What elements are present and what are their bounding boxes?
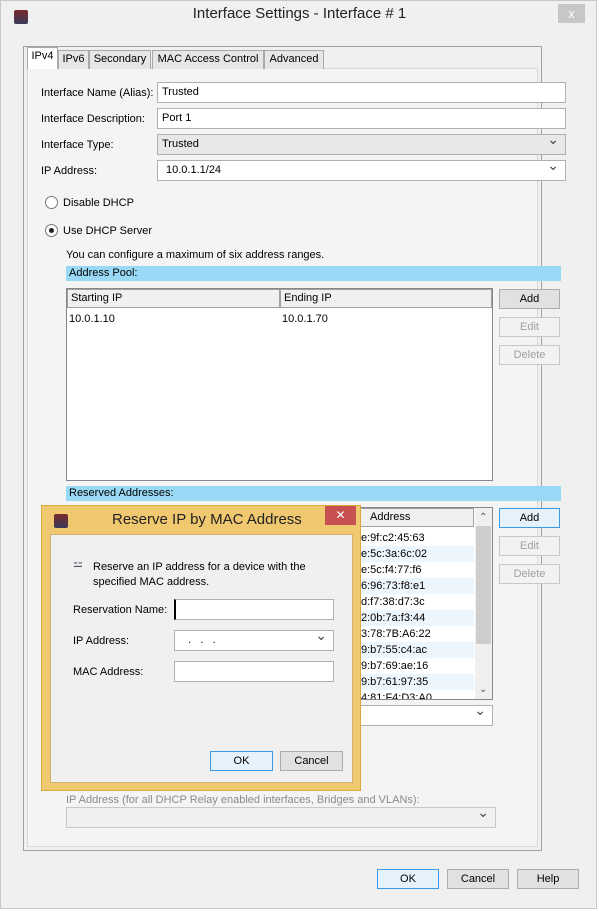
mac-address-cell: e:9f:c2:45:63 [361, 532, 425, 544]
interface-name-label: Interface Name (Alias): [41, 87, 154, 99]
dialog-description-line1: Reserve an IP address for a device with … [93, 561, 306, 573]
tab-ipv4[interactable]: IPv4 [27, 47, 58, 69]
tab-ipv6[interactable]: IPv6 [58, 50, 89, 69]
dialog-ok-button[interactable]: OK [210, 751, 273, 771]
dialog-body: ⚍ Reserve an IP address for a device wit… [50, 534, 353, 783]
help-button[interactable]: Help [517, 869, 579, 889]
use-dhcp-server-label: Use DHCP Server [63, 225, 153, 237]
mac-address-cell: 4:81:F4:D3:A0 [361, 692, 432, 700]
column-starting-ip[interactable]: Starting IP [67, 289, 280, 308]
reservation-name-input[interactable] [174, 599, 334, 620]
scrollbar[interactable]: ⌃ ⌄ [475, 508, 492, 699]
dialog-app-icon [54, 514, 68, 528]
disable-dhcp-radio[interactable] [45, 196, 58, 209]
cancel-button[interactable]: Cancel [447, 869, 509, 889]
mac-address-cell: 9:b7:61:97:35 [361, 676, 429, 688]
interface-type-label: Interface Type: [41, 139, 114, 151]
table-row[interactable]: 10.0.1.10 10.0.1.70 [67, 311, 492, 327]
mac-address-cell: d:f7:38:d7:3c [361, 596, 425, 608]
mac-address-cell: e:5c:3a:6c:02 [361, 548, 428, 560]
mac-address-cell: e:5c:f4:77:f6 [361, 564, 422, 576]
reserved-add-button[interactable]: Add [499, 508, 560, 528]
dialog-title: Reserve IP by MAC Address [112, 511, 302, 528]
column-ending-ip[interactable]: Ending IP [280, 289, 492, 308]
dialog-description-line2: specified MAC address. [93, 576, 210, 588]
interface-type-select[interactable]: Trusted [157, 132, 566, 155]
disable-dhcp-label: Disable DHCP [63, 197, 134, 209]
mac-address-input[interactable] [174, 661, 334, 682]
dialog-ip-address-label: IP Address: [73, 635, 130, 647]
pool-add-button[interactable]: Add [499, 289, 560, 309]
tab-advanced[interactable]: Advanced [264, 50, 324, 69]
reserved-delete-button[interactable]: Delete [499, 564, 560, 584]
dialog-close-button[interactable]: ✕ [325, 506, 356, 525]
interface-description-input[interactable]: Port 1 [157, 108, 566, 129]
scrollbar-thumb[interactable] [476, 526, 491, 644]
pool-edit-button[interactable]: Edit [499, 317, 560, 337]
reserve-ip-dialog: Reserve IP by MAC Address ✕ ⚍ Reserve an… [41, 505, 361, 791]
address-pool-table[interactable]: Starting IP Ending IP 10.0.1.10 10.0.1.7… [66, 288, 493, 481]
scroll-down-icon[interactable]: ⌄ [479, 684, 487, 695]
ip-address-select[interactable]: 10.0.1.1/24 [157, 158, 566, 181]
ok-button[interactable]: OK [377, 869, 439, 889]
interface-description-label: Interface Description: [41, 113, 145, 125]
network-icon: ⚍ [73, 558, 83, 570]
reserved-addresses-header: Reserved Addresses: [66, 486, 561, 501]
ip-address-value: 10.0.1.1/24 [166, 164, 222, 176]
address-pool-header: Address Pool: [66, 266, 561, 281]
dialog-ip-address-value: . . . [179, 634, 216, 646]
tab-mac-access-control[interactable]: MAC Access Control [152, 50, 264, 69]
interface-name-input[interactable]: Trusted [157, 82, 566, 103]
mac-address-cell: 3:78:7B:A6:22 [361, 628, 431, 640]
dhcp-hint: You can configure a maximum of six addre… [66, 249, 325, 261]
window-title: Interface Settings - Interface # 1 [192, 5, 407, 22]
pool-delete-button[interactable]: Delete [499, 345, 560, 365]
relay-ip-label: IP Address (for all DHCP Relay enabled i… [66, 794, 420, 806]
starting-ip-cell: 10.0.1.10 [69, 313, 115, 325]
mac-address-cell: 2:0b:7a:f3:44 [361, 612, 426, 624]
ip-address-label: IP Address: [41, 165, 98, 177]
mac-address-cell: 9:b7:69:ae:16 [361, 660, 429, 672]
reserved-edit-button[interactable]: Edit [499, 536, 560, 556]
tab-secondary[interactable]: Secondary [89, 50, 151, 69]
ending-ip-cell: 10.0.1.70 [282, 313, 328, 325]
close-button[interactable]: x [558, 4, 585, 23]
interface-type-value: Trusted [162, 138, 199, 150]
mac-address-cell: 6:96:73:f8:e1 [361, 580, 426, 592]
scroll-up-icon[interactable]: ⌃ [479, 512, 487, 523]
mac-address-cell: 9:b7:55:c4:ac [361, 644, 428, 656]
column-mac-address[interactable]: Address [357, 508, 474, 527]
reservation-name-label: Reservation Name: [73, 604, 168, 616]
relay-ip-select[interactable] [66, 805, 496, 828]
use-dhcp-server-radio[interactable] [45, 224, 58, 237]
mac-address-label: MAC Address: [73, 666, 144, 678]
dialog-ip-address-select[interactable]: . . . [174, 628, 334, 651]
dialog-cancel-button[interactable]: Cancel [280, 751, 343, 771]
